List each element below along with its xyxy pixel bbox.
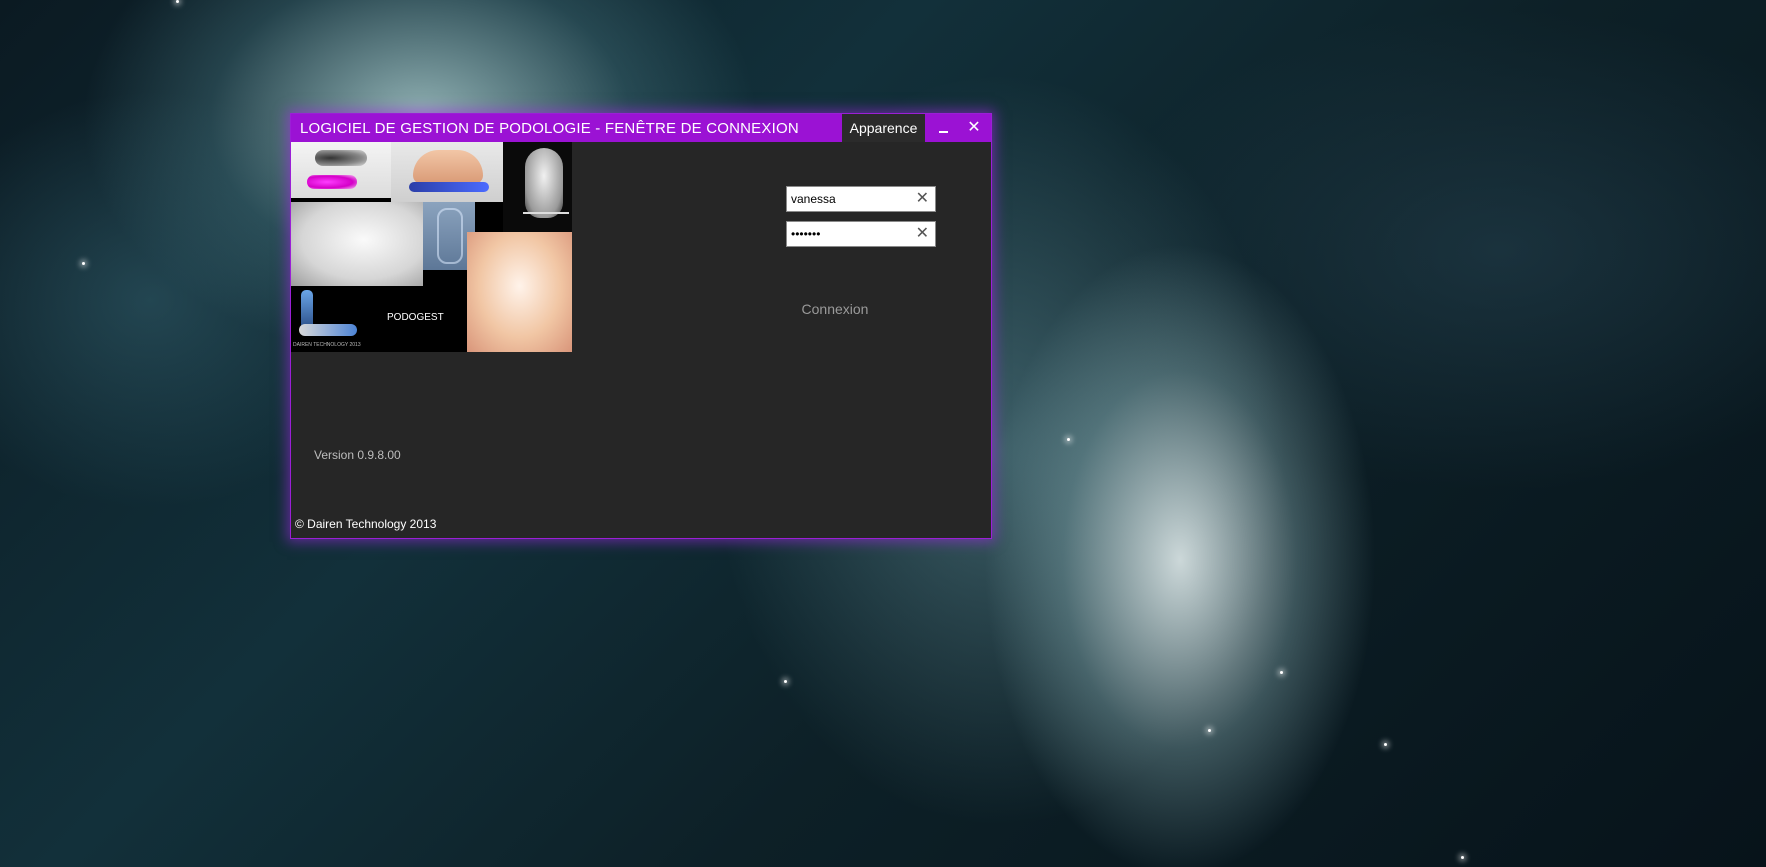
username-field[interactable]: ✕: [786, 186, 936, 212]
foot-massage-image: [467, 232, 572, 352]
brand-label: PODOGEST: [387, 312, 444, 323]
minimize-icon: [939, 131, 948, 133]
star: [1280, 671, 1283, 674]
divider: [523, 212, 569, 214]
username-input[interactable]: [791, 187, 907, 211]
minimize-button[interactable]: [930, 114, 958, 142]
foot-sole-shape: [525, 148, 563, 218]
collage-caption: DAIREN TECHNOLOGY 2013: [293, 342, 361, 348]
footprint-outline: [437, 208, 463, 264]
password-input[interactable]: [791, 222, 907, 246]
star: [1208, 729, 1211, 732]
bw-sole-image: [503, 142, 572, 232]
connexion-button[interactable]: Connexion: [791, 298, 879, 320]
star: [784, 680, 787, 683]
password-field[interactable]: ✕: [786, 221, 936, 247]
clear-password-x-icon[interactable]: ✕: [916, 225, 929, 243]
window-title: LOGICIEL DE GESTION DE PODOLOGIE - FENÊT…: [300, 120, 799, 137]
star: [1384, 743, 1387, 746]
version-label: Version 0.9.8.00: [314, 448, 401, 462]
grey-footprint: [315, 150, 367, 166]
star: [1461, 856, 1464, 859]
insole-image: [391, 142, 503, 202]
pink-footprint: [307, 175, 357, 189]
close-button[interactable]: ✕: [960, 114, 988, 142]
star: [176, 0, 179, 3]
star: [1067, 438, 1070, 441]
blue-insole: [409, 182, 489, 192]
foot-sole-closeup-image: [291, 202, 423, 286]
title-bar[interactable]: LOGICIEL DE GESTION DE PODOLOGIE - FENÊT…: [291, 114, 991, 142]
copyright-label: © Dairen Technology 2013: [295, 517, 437, 531]
podiatry-collage-image: PODOGEST DAIREN TECHNOLOGY 2013: [291, 142, 572, 352]
close-icon: ✕: [967, 119, 981, 136]
appearance-button[interactable]: Apparence: [842, 114, 925, 142]
star: [82, 262, 85, 265]
clear-username-x-icon[interactable]: ✕: [916, 190, 929, 208]
footprint-scan-image: [291, 142, 391, 198]
foot-shape: [413, 150, 483, 184]
foot-bone: [299, 324, 357, 336]
login-window: LOGICIEL DE GESTION DE PODOLOGIE - FENÊT…: [290, 113, 992, 539]
